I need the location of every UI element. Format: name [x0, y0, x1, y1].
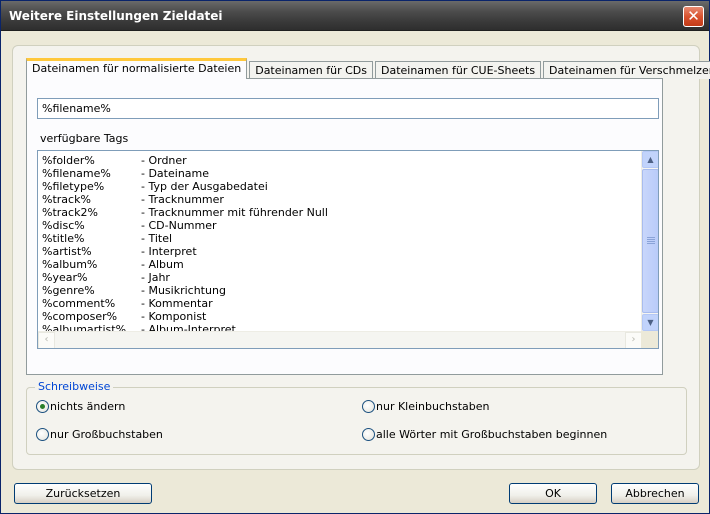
- radio-grossbuchstaben[interactable]: nur Großbuchstaben: [36, 428, 163, 441]
- tag-description: - Tracknummer: [141, 193, 224, 206]
- tab-panel: verfügbare Tags %folder%- Ordner%filenam…: [26, 78, 663, 375]
- tag-description: - Jahr: [141, 271, 170, 284]
- tag-description: - Ordner: [141, 154, 187, 167]
- schreibweise-legend: Schreibweise: [35, 380, 114, 393]
- tag-key: %folder%: [42, 154, 95, 167]
- close-button[interactable]: ✕: [683, 6, 704, 27]
- tag-row[interactable]: %title% - Titel: [42, 232, 638, 245]
- tag-key: %filename%: [42, 167, 111, 180]
- tag-key: %comment%: [42, 297, 116, 310]
- tag-key: %album%: [42, 258, 98, 271]
- radio-woerter-gross[interactable]: alle Wörter mit Großbuchstaben beginnen: [362, 428, 607, 441]
- tag-description: - Typ der Ausgabedatei: [141, 180, 268, 193]
- tag-key: %track%: [42, 193, 91, 206]
- tab-cds[interactable]: Dateinamen für CDs: [249, 61, 373, 79]
- tag-row[interactable]: %filename% - Dateiname: [42, 167, 638, 180]
- tag-row[interactable]: %folder% - Ordner: [42, 154, 638, 167]
- tab-merge[interactable]: Dateinamen für Verschmelzen: [543, 61, 710, 79]
- cancel-button[interactable]: Abbrechen: [611, 483, 699, 504]
- tag-key: %track2%: [42, 206, 98, 219]
- chevron-up-icon: ▲: [647, 155, 654, 164]
- tag-row[interactable]: %comment% - Kommentar: [42, 297, 638, 310]
- tab-normalized-files[interactable]: Dateinamen für normalisierte Dateien: [26, 58, 248, 79]
- radio-label: nur Kleinbuchstaben: [376, 400, 490, 413]
- tag-row[interactable]: %genre% - Musikrichtung: [42, 284, 638, 297]
- tag-key: %year%: [42, 271, 88, 284]
- dialog-window: Weitere Einstellungen Zieldatei ✕ Datein…: [0, 0, 710, 514]
- radio-nichts-aendern[interactable]: nichts ändern: [36, 400, 125, 413]
- tag-description: - Album: [141, 258, 184, 271]
- tab-strip: Dateinamen für normalisierte Dateien Dat…: [26, 57, 710, 79]
- tag-description: - Musikrichtung: [141, 284, 226, 297]
- scroll-right-button[interactable]: ›: [625, 332, 642, 348]
- tag-description: - Titel: [141, 232, 173, 245]
- tag-description: - CD-Nummer: [141, 219, 217, 232]
- tag-row[interactable]: %filetype% - Typ der Ausgabedatei: [42, 180, 638, 193]
- radio-checked-icon: [36, 400, 49, 413]
- tag-row[interactable]: %composer% - Komponist: [42, 310, 638, 323]
- tag-description: - Tracknummer mit führender Null: [141, 206, 328, 219]
- tag-row[interactable]: %track2% - Tracknummer mit führender Null: [42, 206, 638, 219]
- chevron-left-icon: ‹: [44, 334, 49, 345]
- scrollbar-corner: [641, 331, 658, 348]
- scroll-left-button[interactable]: ‹: [38, 332, 55, 348]
- scroll-up-button[interactable]: ▲: [642, 151, 658, 168]
- radio-label: nichts ändern: [50, 400, 126, 413]
- vertical-scrollbar[interactable]: ▲ ▼: [641, 151, 658, 331]
- tag-key: %genre%: [42, 284, 95, 297]
- tab-cue-sheets[interactable]: Dateinamen für CUE-Sheets: [374, 61, 542, 79]
- tag-key: %title%: [42, 232, 85, 245]
- filename-pattern-input[interactable]: [37, 98, 659, 119]
- chevron-down-icon: ▼: [647, 318, 654, 327]
- schreibweise-group: Schreibweise nichts ändern nur Kleinbuch…: [26, 380, 687, 455]
- tag-description: - Dateiname: [141, 167, 210, 180]
- tag-key: %composer%: [42, 310, 118, 323]
- dialog-client: Dateinamen für normalisierte Dateien Dat…: [4, 32, 710, 512]
- tags-list: %folder% - Ordner %filename% - Dateiname %fi…: [42, 154, 638, 348]
- scroll-thumb[interactable]: [642, 169, 658, 313]
- title-bar[interactable]: Weitere Einstellungen Zieldatei ✕: [1, 1, 709, 31]
- scroll-down-button[interactable]: ▼: [642, 314, 658, 331]
- radio-label: nur Großbuchstaben: [50, 428, 163, 441]
- tags-label: verfügbare Tags: [40, 132, 129, 145]
- radio-unchecked-icon: [36, 428, 49, 441]
- horizontal-scrollbar[interactable]: ‹ ›: [38, 331, 642, 348]
- radio-unchecked-icon: [362, 428, 375, 441]
- ok-button[interactable]: OK: [509, 483, 597, 504]
- reset-button[interactable]: Zurücksetzen: [14, 483, 152, 504]
- radio-label: alle Wörter mit Großbuchstaben beginnen: [376, 428, 608, 441]
- close-icon: ✕: [687, 7, 700, 25]
- tag-description: - Interpret: [141, 245, 197, 258]
- radio-unchecked-icon: [362, 400, 375, 413]
- tag-row[interactable]: %disc% - CD-Nummer: [42, 219, 638, 232]
- tag-key: %disc%: [42, 219, 85, 232]
- tag-description: - Komponist: [141, 310, 207, 323]
- tag-row[interactable]: %year% - Jahr: [42, 271, 638, 284]
- tag-row[interactable]: %album% - Album: [42, 258, 638, 271]
- chevron-right-icon: ›: [631, 334, 636, 345]
- tag-row[interactable]: %artist% - Interpret: [42, 245, 638, 258]
- tag-key: %artist%: [42, 245, 92, 258]
- tag-description: - Kommentar: [141, 297, 213, 310]
- radio-kleinbuchstaben[interactable]: nur Kleinbuchstaben: [362, 400, 490, 413]
- window-title: Weitere Einstellungen Zieldatei: [9, 9, 223, 23]
- tags-listbox[interactable]: %folder% - Ordner %filename% - Dateiname %fi…: [37, 150, 659, 349]
- tag-row[interactable]: %track% - Tracknummer: [42, 193, 638, 206]
- tag-key: %filetype%: [42, 180, 105, 193]
- grip-icon: [647, 237, 655, 245]
